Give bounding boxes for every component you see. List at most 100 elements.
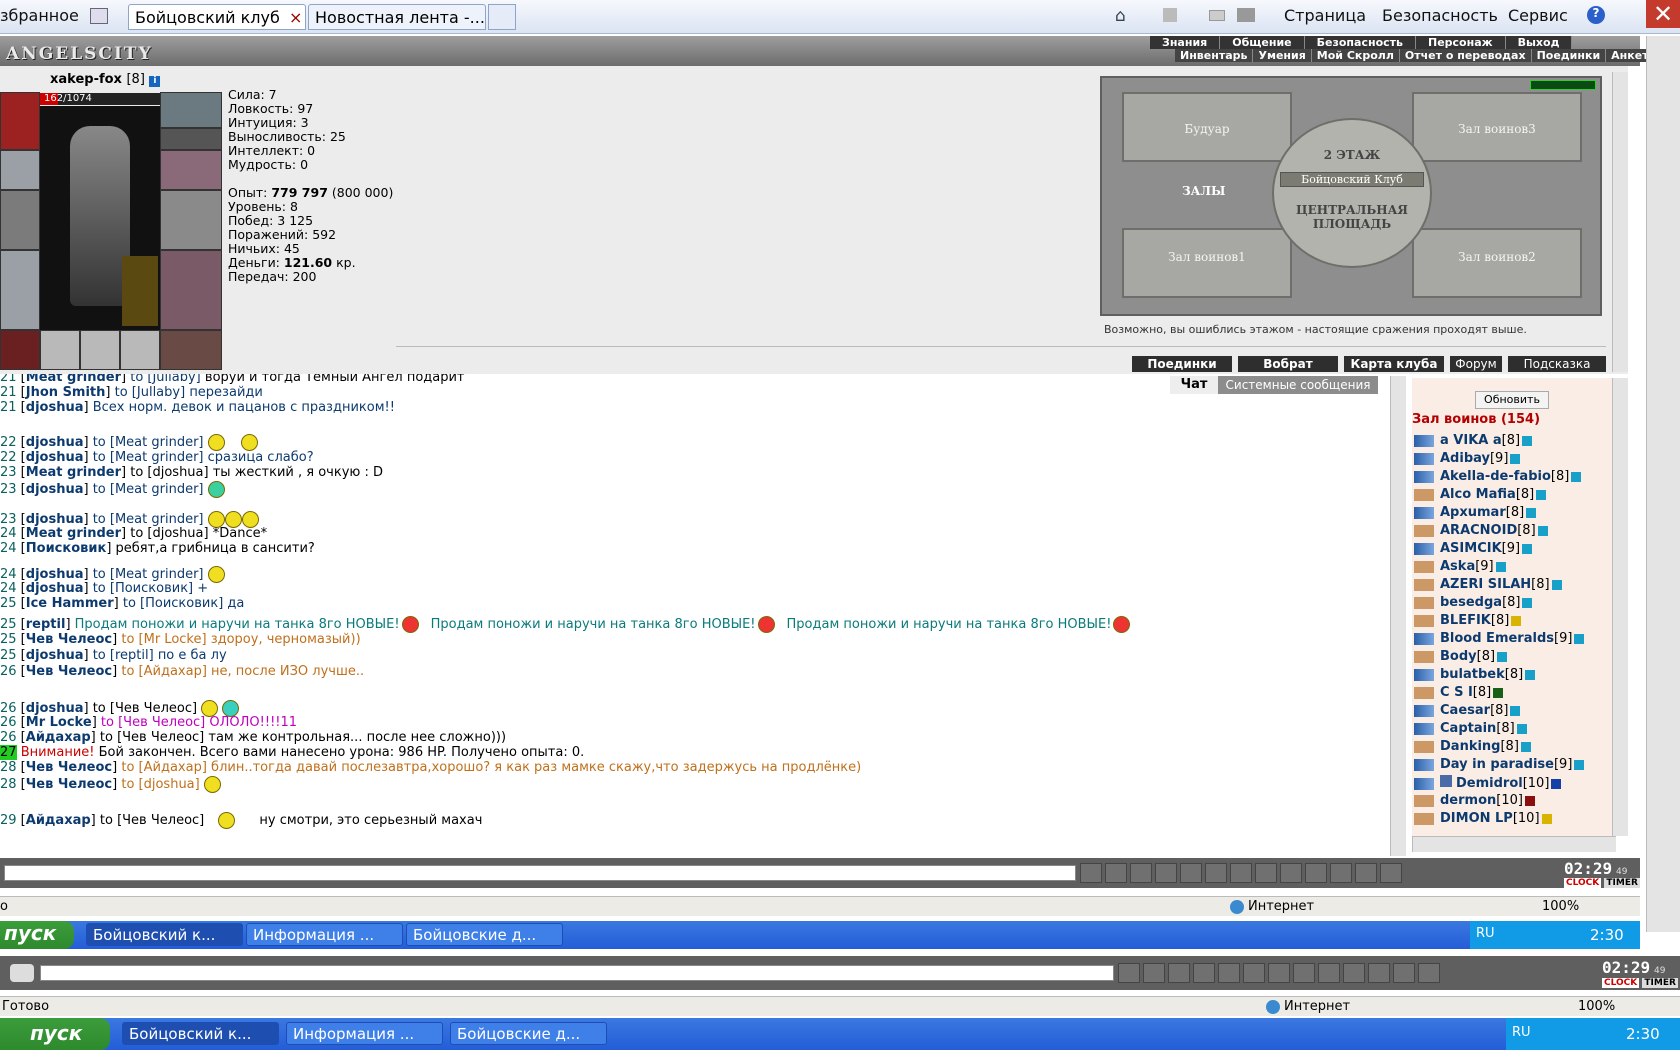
chat-author[interactable]: djoshua (26, 567, 84, 582)
info-icon[interactable] (1522, 543, 1533, 554)
clock-tab[interactable]: CLOCK (1564, 878, 1602, 888)
chat-target[interactable]: to [Mr Locke] (121, 632, 206, 647)
player-row[interactable]: Aska[9] (1414, 559, 1506, 575)
chat-input[interactable] (4, 865, 1076, 881)
lang-indicator[interactable]: RU (1476, 926, 1495, 941)
menu-transfer-report[interactable]: Отчет о переводах (1400, 49, 1532, 62)
player-row[interactable]: C S I[8] (1414, 685, 1504, 701)
chat-icon[interactable] (10, 964, 34, 982)
duels-button[interactable]: Поединки (1132, 356, 1232, 372)
player-name[interactable]: Body (1440, 649, 1477, 664)
chat-author[interactable]: Meat grinder (26, 526, 121, 541)
legs-slot[interactable] (160, 250, 222, 330)
menu-duels[interactable]: Поединки (1532, 49, 1607, 62)
chat-author[interactable]: djoshua (26, 581, 84, 596)
menu-inventory[interactable]: Инвентарь (1175, 49, 1254, 62)
close-window-button[interactable]: ✕ (1646, 0, 1680, 28)
chat-target[interactable]: to [Jullaby] (130, 374, 201, 385)
player-name[interactable]: Day in paradise (1440, 757, 1554, 772)
chat-author[interactable]: djoshua (26, 648, 84, 663)
chat-author[interactable]: Айдахар (26, 730, 91, 745)
info-icon[interactable] (1537, 525, 1548, 536)
room-warriors-2[interactable]: Зал воинов2 (1412, 228, 1582, 298)
exit-icon[interactable] (1380, 863, 1402, 883)
start-button[interactable]: пуск (0, 921, 74, 949)
settings-icon[interactable] (1280, 863, 1302, 883)
menu-page[interactable]: Страница (1284, 6, 1366, 25)
chat-author[interactable]: djoshua (26, 400, 84, 415)
clear-icon[interactable] (1143, 963, 1165, 983)
info-icon[interactable] (1551, 579, 1562, 590)
ring-slot-1[interactable] (40, 330, 80, 370)
info-icon[interactable] (1493, 687, 1504, 698)
chat-author[interactable]: reptil (26, 617, 66, 632)
menu-my-scroll[interactable]: Мой Скролл (1312, 49, 1400, 62)
menu-security[interactable]: Безопасность (1382, 6, 1498, 25)
help-icon[interactable]: ? (1587, 6, 1605, 24)
player-row[interactable]: Demidrol[10] (1414, 775, 1562, 792)
zoom-label[interactable]: 100% (1542, 899, 1579, 914)
clock-tab[interactable]: CLOCK (1602, 978, 1640, 988)
info-icon[interactable] (1571, 471, 1582, 482)
chat-target[interactable]: to [Чев Челеос] (100, 730, 204, 745)
player-name[interactable]: besedga (1440, 595, 1502, 610)
scroll-icon[interactable] (1343, 963, 1365, 983)
save-icon[interactable] (1155, 863, 1177, 883)
menu-communication[interactable]: Общение (1220, 36, 1305, 49)
info-icon[interactable] (1574, 759, 1585, 770)
sound-icon[interactable] (1268, 963, 1290, 983)
menu-character[interactable]: Персонаж (1416, 36, 1506, 49)
filter-icon[interactable] (1168, 963, 1190, 983)
chat-author[interactable]: Айдахар (26, 813, 91, 828)
player-name[interactable]: Alco Mafia (1440, 487, 1516, 502)
exit-icon[interactable] (1418, 963, 1440, 983)
boots-slot[interactable] (160, 330, 222, 370)
player-row[interactable]: besedga[8] (1414, 595, 1533, 611)
task-info-2[interactable]: Информация ... (286, 1022, 443, 1045)
quick-tabs-icon[interactable] (90, 8, 108, 24)
info-icon[interactable] (1495, 561, 1506, 572)
tab-fight-club[interactable]: Бойцовский клуб × (128, 4, 306, 30)
player-name[interactable]: DIMON LP (1440, 811, 1513, 826)
chat-target[interactable]: to [Meat grinder] (93, 435, 204, 450)
chat-target[interactable]: to [Meat grinder] (93, 512, 204, 527)
info-icon[interactable] (1520, 741, 1531, 752)
smiles-icon[interactable] (1293, 963, 1315, 983)
chat-target[interactable]: to [Чев Челеос] (101, 715, 205, 730)
info-icon[interactable] (1510, 705, 1521, 716)
info-icon[interactable] (1497, 651, 1508, 662)
player-name[interactable]: BLEFIK (1440, 613, 1491, 628)
info-icon[interactable] (1524, 795, 1535, 806)
chat-target[interactable]: to [djoshua] (130, 465, 208, 480)
menu-skills[interactable]: Умения (1253, 49, 1312, 62)
helmet-slot[interactable] (0, 92, 40, 150)
player-row[interactable]: Captain[8] (1414, 721, 1527, 737)
info-icon[interactable] (1541, 813, 1552, 824)
potion-icon[interactable] (1368, 963, 1390, 983)
ring-slot-2[interactable] (80, 330, 120, 370)
info-icon[interactable] (1526, 507, 1537, 518)
translit-icon[interactable] (1205, 863, 1227, 883)
chat-author[interactable]: Meat grinder (26, 374, 121, 385)
chat-target[interactable]: to [reptil] (93, 648, 154, 663)
top-scrollbar[interactable] (1612, 72, 1628, 372)
player-row[interactable]: dermon[10] (1414, 793, 1535, 809)
mask-icon[interactable] (1393, 963, 1415, 983)
player-name[interactable]: Blood Emeralds (1440, 631, 1554, 646)
player-name[interactable]: a VIKA a (1440, 433, 1502, 448)
chat-author[interactable]: Mr Locke (26, 715, 92, 730)
save-icon[interactable] (1193, 963, 1215, 983)
player-row[interactable]: ARACNOID[8] (1414, 523, 1548, 539)
player-name[interactable]: Архumar (1440, 505, 1506, 520)
chat-input-2[interactable] (40, 965, 1114, 981)
chat-target[interactable]: to [Чев Челеос] (100, 813, 204, 828)
info-icon[interactable] (1522, 435, 1533, 446)
menu-knowledge[interactable]: Знания (1150, 36, 1221, 49)
task-info[interactable]: Информация ... (246, 923, 403, 946)
scroll-slots[interactable] (160, 128, 222, 150)
lang-indicator-2[interactable]: RU (1512, 1025, 1531, 1040)
return-button[interactable]: Вобрат (1238, 356, 1338, 372)
room-boudoir[interactable]: Будуар (1122, 92, 1292, 162)
player-row[interactable]: AZERI SILAH[8] (1414, 577, 1562, 593)
chat-target[interactable]: to [Meat grinder] (93, 450, 204, 465)
